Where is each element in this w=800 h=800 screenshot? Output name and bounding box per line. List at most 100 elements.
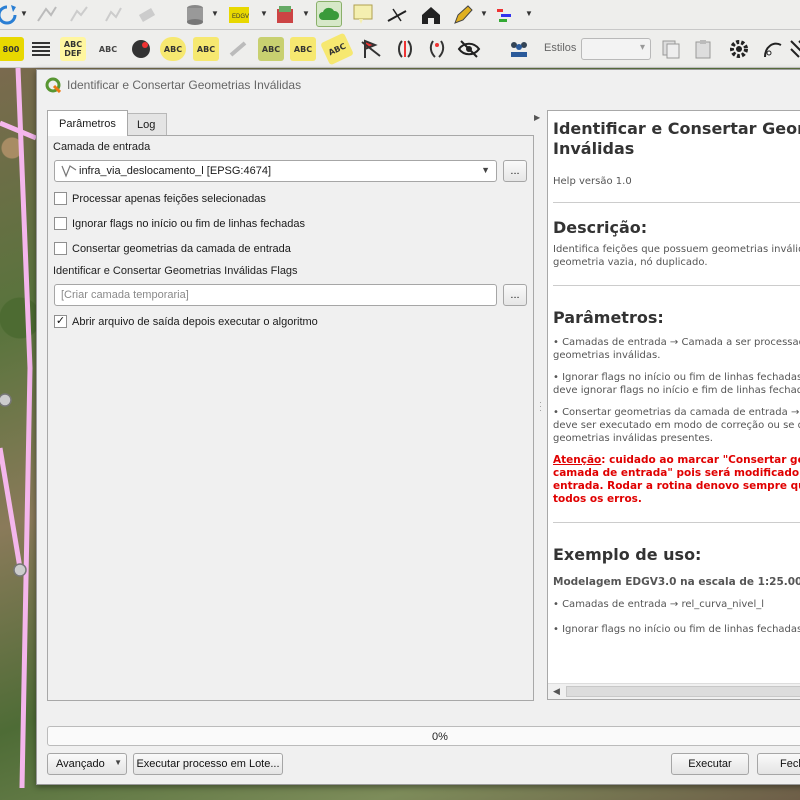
- edit-feature-icon[interactable]: [66, 2, 92, 28]
- param-line: • Camadas de entrada → Camada a ser proc…: [553, 337, 800, 348]
- ignore-flags-label: Ignorar flags no início ou fim de linhas…: [72, 217, 305, 230]
- scale-icon[interactable]: 800: [0, 37, 24, 61]
- divider: [553, 522, 800, 523]
- help-horizontal-scrollbar[interactable]: ◀: [548, 683, 800, 699]
- eraser-icon[interactable]: [134, 2, 160, 28]
- copy-style-icon[interactable]: [658, 36, 684, 62]
- input-layer-combo[interactable]: infra_via_deslocamento_l [EPSG:4674] ▼: [54, 160, 497, 182]
- list-lines-icon[interactable]: [28, 36, 54, 62]
- input-layer-value: infra_via_deslocamento_l [EPSG:4674]: [79, 165, 272, 177]
- checkbox-box-checked[interactable]: ✓: [54, 315, 67, 328]
- label-highlight-icon[interactable]: ABC: [160, 37, 186, 61]
- example-subtitle: Modelagem EDGV3.0 na escala de 1:25.000 …: [553, 576, 800, 588]
- warning-line: entrada. Rodar a rotina denovo sempre qu…: [553, 480, 800, 492]
- abc-text: ABC: [261, 44, 281, 54]
- description-text: Identifica feições que possuem geometria…: [553, 243, 800, 269]
- tab-log[interactable]: Log: [125, 113, 168, 136]
- styles-combo[interactable]: [581, 38, 651, 60]
- chevron-down-icon: ▼: [114, 758, 122, 767]
- brackets-icon[interactable]: [392, 36, 418, 62]
- label-rotate-icon[interactable]: [226, 36, 252, 62]
- refresh-icon[interactable]: [0, 2, 20, 28]
- checkbox-box[interactable]: [54, 192, 67, 205]
- scroll-left-arrow-icon[interactable]: ◀: [553, 686, 560, 697]
- help-content: Identificar e Consertar Geom Inválidas H…: [553, 119, 800, 636]
- label-change-icon[interactable]: ABC: [258, 37, 284, 61]
- flag-erase-icon[interactable]: [358, 36, 384, 62]
- parameters-panel: Parâmetros Log Camada de entrada infra_v…: [47, 110, 534, 701]
- splitter-handle[interactable]: · · ·: [539, 398, 542, 415]
- checkbox-box[interactable]: [54, 242, 67, 255]
- database-icon[interactable]: [182, 2, 208, 28]
- styles-label: Estilos: [544, 42, 577, 54]
- curve-tool-icon[interactable]: [760, 36, 786, 62]
- example-item: • Ignorar flags no início ou fim de linh…: [553, 624, 800, 635]
- param-line: deve ser executado em modo de correção o…: [553, 420, 800, 431]
- help-title-line-2: Inválidas: [553, 139, 635, 158]
- pin-label-icon[interactable]: [424, 36, 450, 62]
- fix-input-label: Consertar geometrias da camada de entrad…: [72, 242, 291, 255]
- align-icon[interactable]: [492, 2, 518, 28]
- dialog-title-bar[interactable]: Identificar e Consertar Geometrias Invál…: [37, 70, 800, 100]
- abc-text: ABC: [163, 44, 183, 54]
- divider: [553, 285, 800, 286]
- label-callout-icon[interactable]: ABC: [290, 37, 316, 61]
- divider: [553, 202, 800, 203]
- flags-output-browse-button[interactable]: ...: [503, 284, 527, 306]
- selected-only-checkbox[interactable]: Processar apenas feições selecionadas: [54, 192, 266, 205]
- scale-icon-text: 800: [2, 44, 20, 54]
- open-output-checkbox[interactable]: ✓ Abrir arquivo de saída depois executar…: [54, 315, 318, 328]
- ignore-flags-checkbox[interactable]: Ignorar flags no início ou fim de linhas…: [54, 217, 305, 230]
- abc-text: ABC: [326, 41, 348, 57]
- layers-tool-icon[interactable]: [272, 2, 298, 28]
- parameters-pane: Camada de entrada infra_via_deslocamento…: [47, 135, 534, 701]
- gear-icon[interactable]: [726, 36, 752, 62]
- abc-text: ABC: [293, 44, 313, 54]
- param-line: • Consertar geometrias da camada de entr…: [553, 407, 800, 418]
- paste-style-icon[interactable]: [690, 36, 716, 62]
- grid-tool-icon[interactable]: [786, 36, 800, 62]
- split-line-icon[interactable]: [384, 2, 410, 28]
- checkbox-box[interactable]: [54, 217, 67, 230]
- advanced-button[interactable]: Avançado ▼: [47, 753, 127, 775]
- annotation-icon[interactable]: [350, 1, 376, 27]
- description-line: Identifica feições que possuem geometria…: [553, 244, 800, 255]
- fix-input-checkbox[interactable]: Consertar geometrias da camada de entrad…: [54, 242, 291, 255]
- advanced-label: Avançado: [56, 758, 105, 770]
- pen-icon[interactable]: [450, 2, 476, 28]
- cloud-icon[interactable]: [316, 1, 342, 27]
- input-layer-browse-button[interactable]: ...: [503, 160, 527, 182]
- input-layer-label: Camada de entrada: [53, 141, 151, 153]
- param-3-text: • Consertar geometrias da camada de entr…: [553, 406, 800, 445]
- dialog-title: Identificar e Consertar Geometrias Invál…: [67, 78, 302, 92]
- edgv-icon[interactable]: EDGV: [226, 2, 252, 28]
- vertex-tool-icon[interactable]: [100, 2, 126, 28]
- home-icon[interactable]: [418, 2, 444, 28]
- collapse-help-arrow-icon[interactable]: ▶: [534, 113, 540, 122]
- svg-text:EDGV: EDGV: [232, 14, 249, 20]
- toolbar-labels: 800 ABC DEF ABC ABC ABC ABC ABC ABC Esti…: [0, 30, 800, 68]
- processing-dialog: Identificar e Consertar Geometrias Invál…: [36, 69, 800, 785]
- help-title-line-1: Identificar e Consertar Geom: [553, 119, 800, 138]
- label-pin-icon[interactable]: [128, 36, 154, 62]
- digitize-icon[interactable]: [34, 2, 60, 28]
- hide-label-icon[interactable]: [456, 36, 482, 62]
- example-item: • Camadas de entrada → rel_curva_nivel_l: [553, 599, 765, 610]
- chevron-down-icon: ▼: [481, 165, 490, 175]
- run-button[interactable]: Executar: [671, 753, 749, 775]
- label-abc-icon[interactable]: ABC: [95, 37, 121, 61]
- tab-parameters[interactable]: Parâmetros: [47, 110, 128, 136]
- param-line: • Ignorar flags no início ou fim de linh…: [553, 372, 800, 383]
- param-1-text: • Camadas de entrada → Camada a ser proc…: [553, 336, 800, 362]
- close-button[interactable]: Fech: [757, 753, 800, 775]
- description-heading: Descrição:: [553, 218, 648, 237]
- label-angle-icon[interactable]: ABC: [320, 32, 354, 66]
- flags-output-field[interactable]: [Criar camada temporaria]: [54, 284, 497, 306]
- label-abc-def-icon[interactable]: ABC DEF: [60, 37, 86, 61]
- users-icon[interactable]: [506, 36, 532, 62]
- run-batch-button[interactable]: Executar processo em Lote...: [133, 753, 283, 775]
- warning-text: Atenção: cuidado ao marcar "Consertar ge…: [553, 454, 800, 506]
- label-move-icon[interactable]: ABC: [193, 37, 219, 61]
- scrollbar-thumb[interactable]: [566, 686, 800, 697]
- abc-def-text: ABC DEF: [63, 40, 83, 58]
